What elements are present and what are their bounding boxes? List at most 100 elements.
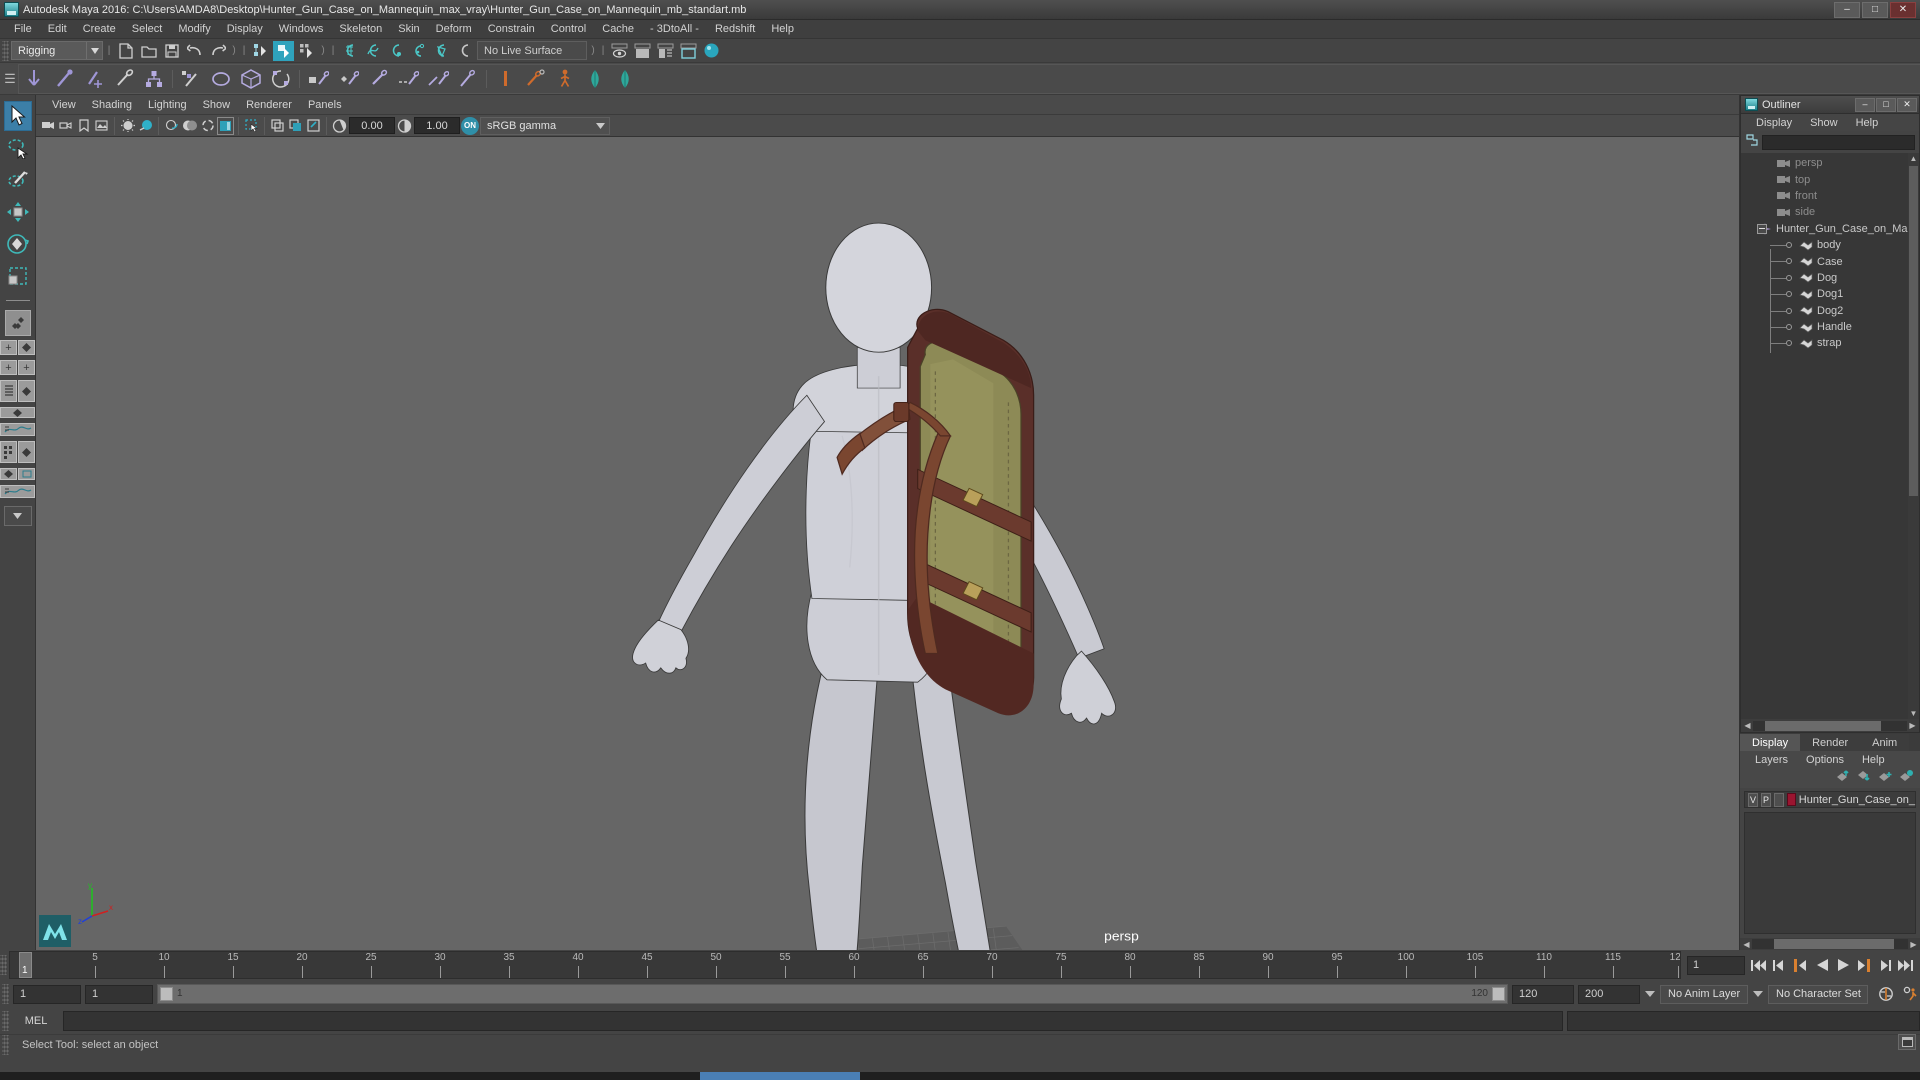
outliner-filter-icon[interactable] [1745, 133, 1759, 152]
muscle-bone-icon[interactable] [490, 65, 520, 93]
skin-bind-icon[interactable] [139, 65, 169, 93]
layout-more-button[interactable] [3, 506, 32, 526]
layer-menu-options[interactable]: Options [1797, 754, 1853, 766]
scroll-down-arrow-icon[interactable]: ▼ [1908, 708, 1919, 719]
go-to-start-icon[interactable] [1751, 957, 1767, 973]
step-forward-key-icon[interactable] [1877, 957, 1893, 973]
layer-type-toggle[interactable] [1773, 792, 1784, 807]
layout-persp-button[interactable] [18, 340, 35, 355]
paint-select-tool[interactable] [4, 165, 32, 195]
layer-list-area[interactable] [1744, 812, 1916, 934]
menu-redshift[interactable]: Redshift [707, 21, 763, 37]
menu-modify[interactable]: Modify [170, 21, 218, 37]
outliner-item-dog2[interactable]: Dog2 [1741, 303, 1919, 319]
range-bar[interactable]: 1 120 [157, 984, 1508, 1004]
outliner-maximize-button[interactable]: □ [1876, 97, 1896, 112]
layout-single-perspective-button[interactable] [4, 310, 31, 336]
menu-select[interactable]: Select [124, 21, 171, 37]
layout-hypershade-button[interactable] [0, 441, 17, 463]
move-tool[interactable] [4, 197, 32, 227]
color-management-toggle[interactable]: ON [461, 116, 479, 135]
create-layer-from-selected-icon[interactable] [1899, 769, 1914, 787]
exposure-field[interactable]: 0.00 [349, 117, 395, 134]
menu-help[interactable]: Help [763, 21, 802, 37]
xray-active-components-icon[interactable] [305, 117, 322, 135]
scroll-left-arrow-icon[interactable]: ◀ [1741, 939, 1752, 950]
menu-cache[interactable]: Cache [594, 21, 642, 37]
range-left-handle[interactable] [160, 987, 173, 1001]
command-input[interactable] [63, 1011, 1563, 1031]
live-surface-field[interactable]: No Live Surface [477, 41, 587, 60]
wrap-deformer-icon[interactable] [206, 65, 236, 93]
playback-end-field[interactable]: 120 [1512, 984, 1574, 1004]
go-to-end-icon[interactable] [1898, 957, 1914, 973]
taskbar-active-window[interactable] [700, 1072, 860, 1080]
snap-to-grid-icon[interactable] [339, 41, 360, 61]
play-backwards-icon[interactable] [1814, 957, 1830, 973]
tab-display[interactable]: Display [1740, 734, 1801, 751]
motion-blur-icon[interactable] [199, 117, 216, 135]
3d-viewport[interactable]: persp y x z [36, 137, 1739, 950]
select-by-hierarchy-icon[interactable] [250, 41, 271, 61]
snap-to-curve-icon[interactable] [362, 41, 383, 61]
timeslider-gripper[interactable] [0, 955, 7, 975]
scroll-up-arrow-icon[interactable]: ▲ [1908, 153, 1919, 164]
outliner-close-button[interactable]: ✕ [1897, 97, 1917, 112]
cluster-deformer-icon[interactable] [266, 65, 296, 93]
outliner-scroll-thumb[interactable] [1909, 166, 1918, 496]
current-time-indicator[interactable]: 1 [19, 952, 32, 978]
snap-to-projected-center-icon[interactable] [408, 41, 429, 61]
use-all-lights-icon[interactable] [137, 117, 154, 135]
insert-joint-icon[interactable] [49, 65, 79, 93]
character-set-chevron-icon[interactable] [1752, 985, 1764, 1003]
snap-to-point-icon[interactable] [385, 41, 406, 61]
menu-windows[interactable]: Windows [271, 21, 332, 37]
tab-anim[interactable]: Anim [1860, 734, 1910, 751]
outliner-item-handle[interactable]: Handle [1741, 319, 1919, 335]
xray-joints-icon[interactable] [287, 117, 304, 135]
outliner-item-group-root[interactable]: Hunter_Gun_Case_on_Mar [1741, 221, 1919, 237]
render-sphere-icon[interactable] [701, 41, 722, 61]
menu-deform[interactable]: Deform [428, 21, 480, 37]
maximize-button[interactable]: □ [1862, 1, 1888, 18]
new-scene-icon[interactable] [115, 41, 136, 61]
select-tool[interactable] [3, 101, 32, 131]
select-by-object-type-icon[interactable] [273, 40, 294, 61]
outliner-menu-help[interactable]: Help [1847, 117, 1888, 129]
minimize-button[interactable]: – [1834, 1, 1860, 18]
lasso-select-tool[interactable] [4, 133, 32, 163]
scale-tool[interactable] [4, 261, 32, 291]
viewport-menu-panels[interactable]: Panels [300, 98, 350, 112]
gamma-icon[interactable] [396, 117, 413, 135]
scroll-right-arrow-icon[interactable]: ▶ [1908, 939, 1919, 950]
pole-vector-constraint-icon[interactable] [453, 65, 483, 93]
ambient-occlusion-icon[interactable] [181, 117, 198, 135]
viewport-menu-view[interactable]: View [44, 98, 84, 112]
outliner-menu-display[interactable]: Display [1747, 117, 1801, 129]
layer-row[interactable]: V P Hunter_Gun_Case_on_ [1744, 791, 1916, 808]
outliner-item-top[interactable]: top [1741, 171, 1919, 187]
camera-attributes-icon[interactable] [57, 117, 74, 135]
outliner-menu-show[interactable]: Show [1801, 117, 1847, 129]
bookmark-icon[interactable] [75, 117, 92, 135]
show-hide-tool-settings-icon[interactable] [655, 41, 676, 61]
viewport-menu-lighting[interactable]: Lighting [140, 98, 195, 112]
move-layer-down-icon[interactable] [1857, 769, 1872, 787]
playback-start-field[interactable]: 1 [85, 984, 153, 1004]
color-profile-selector[interactable]: sRGB gamma [480, 116, 610, 135]
outliner-item-dog1[interactable]: Dog1 [1741, 286, 1919, 302]
create-empty-layer-icon[interactable] [1878, 769, 1893, 787]
outliner-tree[interactable]: persp top front side Hunter_Gun_Case_on_… [1741, 153, 1919, 719]
time-slider[interactable]: 1 5 10 15 20 25 30 35 40 45 50 55 60 65 … [9, 951, 1681, 979]
make-live-icon[interactable] [454, 41, 475, 61]
layer-menu-help[interactable]: Help [1853, 754, 1894, 766]
menu-edit[interactable]: Edit [40, 21, 75, 37]
image-plane-icon[interactable] [93, 117, 110, 135]
viewport-menu-show[interactable]: Show [195, 98, 239, 112]
outliner-item-body[interactable]: body [1741, 237, 1919, 253]
isolate-select-icon[interactable] [243, 117, 260, 135]
layer-hscroll-thumb[interactable] [1774, 939, 1894, 949]
close-button[interactable]: ✕ [1890, 1, 1916, 18]
xray-icon[interactable] [269, 117, 286, 135]
anim-end-field[interactable]: 200 [1578, 984, 1640, 1004]
